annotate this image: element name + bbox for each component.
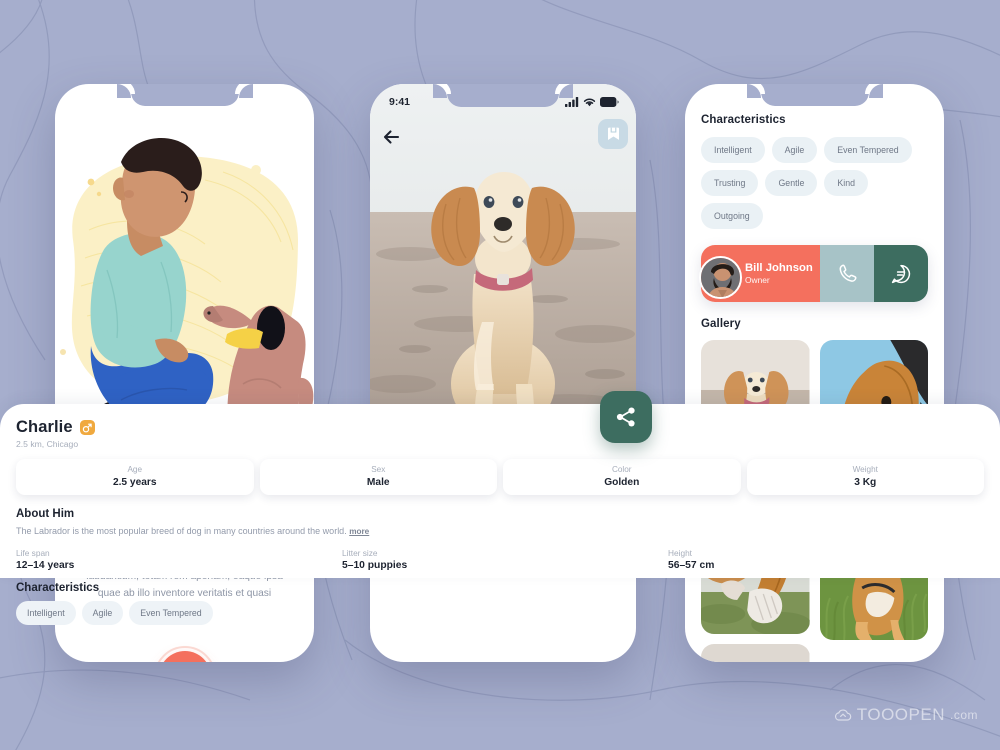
about-paragraph: The Labrador is the most popular breed o… — [16, 526, 347, 536]
characteristics-chip-row: Intelligent Agile Even Tempered — [16, 601, 984, 625]
watermark: TOOOPEN .com — [834, 705, 978, 725]
share-button[interactable] — [600, 391, 652, 443]
stat-label: Sex — [371, 465, 386, 474]
watermark-suffix: .com — [949, 708, 978, 722]
call-button[interactable] — [820, 245, 874, 302]
bookmark-button[interactable] — [598, 119, 628, 149]
owner-role: Owner — [745, 275, 770, 285]
owner-avatar-photo — [699, 255, 742, 299]
pet-detail-sheet: Charlie 2.5 km, Chicago Age 2.5 years Se… — [0, 404, 1000, 625]
fact-litter-size: Litter size 5–10 puppies — [342, 548, 658, 571]
bookmark-icon — [607, 127, 619, 140]
stat-card-age: Age 2.5 years — [16, 459, 254, 495]
stat-card-weight: Weight 3 Kg — [746, 459, 984, 495]
skip-button[interactable]: Skip — [158, 651, 211, 662]
chip-agile[interactable]: Agile — [771, 137, 818, 163]
stat-label: Age — [127, 465, 143, 474]
pet-name-row: Charlie — [16, 418, 984, 437]
message-icon — [891, 264, 911, 283]
message-button[interactable] — [874, 245, 928, 302]
fact-value: 5–10 puppies — [342, 560, 408, 571]
stat-card-color: Color Golden — [503, 459, 741, 495]
back-arrow-icon[interactable] — [380, 124, 406, 150]
chip-agile[interactable]: Agile — [81, 601, 124, 625]
characteristics-gallery-body: Characteristics Intelligent Agile Even T… — [685, 114, 944, 662]
stat-card-sex: Sex Male — [259, 459, 497, 495]
chip-intelligent[interactable]: Intelligent — [16, 601, 76, 625]
fact-label: Litter size — [342, 548, 378, 558]
about-text: The Labrador is the most popular breed o… — [16, 524, 984, 539]
share-icon — [616, 407, 635, 427]
fact-label: Life span — [16, 548, 50, 558]
skip-button-ring: Skip — [153, 646, 216, 662]
cloud-icon — [834, 709, 852, 721]
watermark-brand: TOOOPEN — [856, 705, 945, 724]
about-heading: About Him — [16, 508, 75, 520]
phone-notch — [433, 84, 573, 107]
stat-value: Male — [366, 477, 390, 488]
chip-intelligent[interactable]: Intelligent — [701, 137, 765, 163]
signal-icon — [565, 97, 579, 107]
chip-outgoing[interactable]: Outgoing — [701, 203, 763, 229]
fact-life-span: Life span 12–14 years — [16, 548, 332, 571]
pet-facts-row: Life span 12–14 years Litter size 5–10 p… — [16, 548, 984, 571]
gallery-heading: Gallery — [701, 318, 741, 330]
fact-height: Height 56–57 cm — [668, 548, 984, 571]
wifi-icon — [583, 98, 596, 107]
chip-trusting[interactable]: Trusting — [701, 170, 759, 196]
stat-value: 3 Kg — [854, 477, 877, 488]
stat-value: 2.5 years — [112, 477, 157, 488]
status-time: 9:41 — [389, 96, 411, 108]
chip-even-tempered[interactable]: Even Tempered — [129, 601, 213, 625]
puppy-partial-photo[interactable] — [701, 644, 810, 662]
more-link[interactable]: more — [349, 527, 369, 536]
pet-name: Charlie — [16, 418, 73, 436]
stat-label: Weight — [852, 465, 878, 474]
pet-hero-photo — [370, 84, 636, 429]
characteristics-chip-list: Intelligent Agile Even Tempered Trusting… — [701, 137, 928, 229]
stat-label: Color — [611, 465, 632, 474]
battery-icon — [600, 97, 619, 107]
phone-icon — [839, 264, 856, 282]
fact-label: Height — [668, 548, 692, 558]
male-gender-icon — [79, 420, 95, 435]
owner-name: Bill Johnson — [745, 262, 813, 274]
owner-info: Bill Johnson Owner — [699, 245, 820, 302]
phone-notch — [116, 84, 253, 106]
fact-value: 12–14 years — [16, 560, 75, 571]
stat-value: Golden — [604, 477, 640, 488]
characteristics-heading: Characteristics — [701, 114, 786, 126]
pet-location: 2.5 km, Chicago — [16, 439, 79, 449]
chip-even-tempered[interactable]: Even Tempered — [824, 137, 912, 163]
fact-value: 56–57 cm — [668, 560, 715, 571]
pet-stats-row: Age 2.5 years Sex Male Color Golden Weig… — [16, 459, 984, 495]
chip-gentle[interactable]: Gentle — [765, 170, 818, 196]
owner-card[interactable]: Bill Johnson Owner — [699, 245, 928, 302]
characteristics-heading: Characteristics — [16, 582, 100, 594]
chip-kind[interactable]: Kind — [824, 170, 868, 196]
phone-notch — [746, 84, 883, 106]
